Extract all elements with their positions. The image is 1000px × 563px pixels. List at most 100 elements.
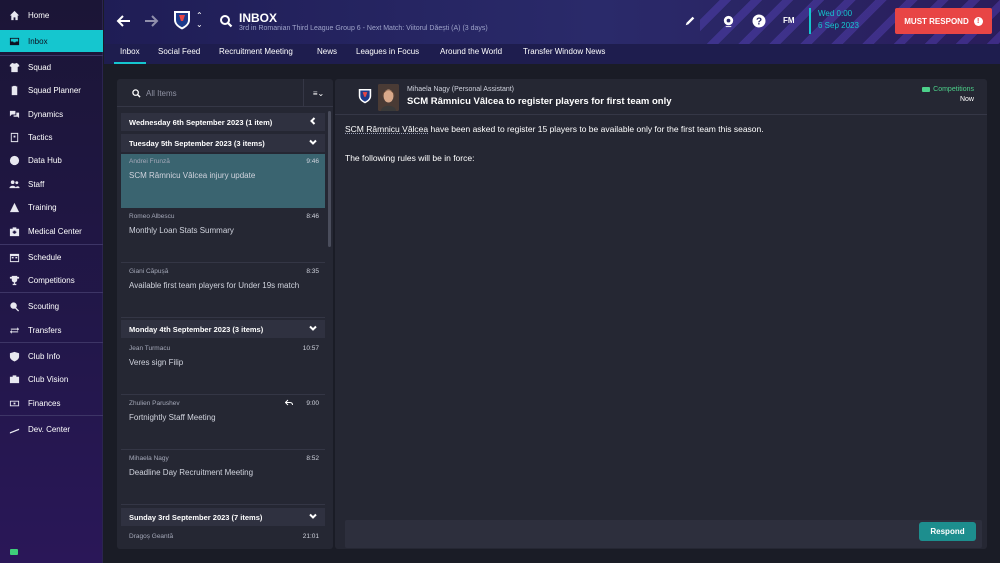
- sidebar-item-label: Club Info: [28, 351, 61, 361]
- sidebar-item-data-hub[interactable]: Data Hub: [0, 149, 103, 171]
- sidebar-divider: [0, 342, 103, 343]
- message-sender: Andrei Frunză: [129, 158, 170, 165]
- tab-bar: Inbox Social Feed Recruitment Meeting Ne…: [104, 44, 1000, 64]
- avatar[interactable]: [378, 84, 399, 111]
- club-crest-icon[interactable]: [173, 10, 191, 30]
- tab-news[interactable]: News: [317, 47, 337, 56]
- inbox-group-header[interactable]: Sunday 3rd September 2023 (7 items): [121, 508, 325, 526]
- respond-button[interactable]: Respond: [919, 522, 976, 541]
- search-icon[interactable]: [219, 14, 233, 28]
- club-link[interactable]: SCM Râmnicu Vâlcea: [345, 124, 428, 134]
- message-subject: Monthly Loan Stats Summary: [129, 226, 234, 235]
- sidebar-item-tactics[interactable]: Tactics: [0, 126, 103, 148]
- trophy-icon: [8, 274, 20, 286]
- chevron-down-icon[interactable]: ⌄: [196, 20, 204, 29]
- page-title: INBOX: [239, 11, 278, 25]
- current-date: 6 Sep 2023: [818, 21, 859, 30]
- search-input[interactable]: All Items: [146, 89, 177, 98]
- message-subject: Deadline Day Recruitment Meeting: [129, 468, 254, 477]
- inbox-group-header[interactable]: Wednesday 6th September 2023 (1 item): [121, 113, 325, 131]
- sidebar-item-schedule[interactable]: Schedule: [0, 246, 103, 268]
- edit-icon[interactable]: [683, 14, 697, 28]
- sidebar-item-dynamics[interactable]: Dynamics: [0, 103, 103, 125]
- chevron-down-icon: [309, 138, 317, 146]
- message-sender: Dragoș Geantă: [129, 533, 174, 540]
- page-subtitle[interactable]: 3rd in Romanian Third League Group 6 - N…: [239, 25, 488, 32]
- group-label: Wednesday 6th September 2023 (1 item): [129, 117, 273, 127]
- sidebar-item-medical-center[interactable]: Medical Center: [0, 220, 103, 242]
- dynamics-icon: [8, 108, 20, 120]
- inbox-list: All Items ≡⌄ Wednesday 6th September 202…: [117, 79, 333, 549]
- club-switch-arrows[interactable]: ⌃ ⌄: [196, 11, 204, 31]
- sidebar-item-club-vision[interactable]: Club Vision: [0, 368, 103, 390]
- filter-menu-button[interactable]: ≡⌄: [303, 79, 333, 107]
- inbox-message-item[interactable]: Andrei Frunză 9:46 SCM Râmnicu Vâlcea in…: [121, 154, 325, 208]
- sidebar-item-squad[interactable]: Squad: [0, 56, 103, 78]
- inbox-message-item[interactable]: Romeo Albescu 8:46 Monthly Loan Stats Su…: [121, 209, 325, 263]
- tab-inbox[interactable]: Inbox: [114, 47, 146, 64]
- sidebar-item-label: Data Hub: [28, 155, 62, 165]
- sidebar-item-inbox[interactable]: Inbox: [0, 30, 103, 52]
- tab-social-feed[interactable]: Social Feed: [158, 47, 200, 56]
- body-text: have been asked to register 15 players t…: [428, 124, 764, 134]
- help-icon[interactable]: ?: [752, 14, 766, 28]
- back-button[interactable]: [115, 12, 133, 30]
- tab-around-the-world[interactable]: Around the World: [440, 47, 502, 56]
- training-icon: [8, 201, 20, 213]
- sidebar-item-scouting[interactable]: Scouting: [0, 295, 103, 317]
- sidebar-item-squad-planner[interactable]: Squad Planner: [0, 79, 103, 101]
- assistant-icon[interactable]: [721, 14, 735, 28]
- forward-button[interactable]: [142, 12, 160, 30]
- inbox-message-item[interactable]: Giani Căpușă 8:35 Available first team p…: [121, 264, 325, 318]
- list-scrollbar[interactable]: [328, 111, 331, 247]
- message-header: Mihaela Nagy (Personal Assistant) SCM Râ…: [335, 79, 987, 115]
- inbox-group-header[interactable]: Monday 4th September 2023 (3 items): [121, 320, 325, 338]
- sidebar-item-finances[interactable]: Finances: [0, 392, 103, 414]
- sidebar-item-label: Squad Planner: [28, 85, 81, 95]
- group-label: Monday 4th September 2023 (3 items): [129, 324, 264, 334]
- arrow-right-icon: [145, 15, 159, 27]
- message-subject: Fortnightly Staff Meeting: [129, 413, 216, 422]
- sidebar-item-label: Scouting: [28, 301, 60, 311]
- sender-name[interactable]: Mihaela Nagy: [407, 86, 450, 93]
- finances-icon: [8, 397, 20, 409]
- sidebar-item-label: Staff: [28, 179, 45, 189]
- sidebar-item-competitions[interactable]: Competitions: [0, 269, 103, 291]
- chevron-up-icon[interactable]: ⌃: [196, 11, 204, 20]
- sidebar-item-club-info[interactable]: Club Info: [0, 345, 103, 367]
- category-label: Competitions: [933, 86, 974, 93]
- inbox-message-item[interactable]: Mihaela Nagy 8:52 Deadline Day Recruitme…: [121, 451, 325, 505]
- message-time: 8:52: [306, 455, 319, 462]
- sidebar-item-label: Inbox: [28, 36, 48, 46]
- sidebar-item-home[interactable]: Home: [0, 4, 103, 26]
- message-category[interactable]: Competitions: [922, 86, 974, 93]
- inbox-group-header[interactable]: Tuesday 5th September 2023 (3 items): [121, 134, 325, 152]
- sidebar-item-training[interactable]: Training: [0, 196, 103, 218]
- sidebar-item-label: Dynamics: [28, 109, 64, 119]
- sender-role: (Personal Assistant): [451, 86, 515, 93]
- must-respond-button[interactable]: MUST RESPOND !: [895, 8, 992, 34]
- tag-icon: [922, 87, 931, 92]
- message-sender: Jean Turmacu: [129, 345, 171, 352]
- sidebar-item-transfers[interactable]: Transfers: [0, 319, 103, 341]
- tab-leagues-in-focus[interactable]: Leagues in Focus: [356, 47, 419, 56]
- message-footer: Respond: [345, 520, 982, 548]
- tab-transfer-window-news[interactable]: Transfer Window News: [523, 47, 605, 56]
- vision-icon: [8, 373, 20, 385]
- sidebar-item-label: Competitions: [28, 275, 75, 285]
- sidebar-item-dev-center[interactable]: Dev. Center: [0, 418, 103, 440]
- continue-date[interactable]: Wed 0:00 6 Sep 2023: [809, 8, 859, 34]
- tab-recruitment-meeting[interactable]: Recruitment Meeting: [219, 47, 293, 56]
- sidebar-item-staff[interactable]: Staff: [0, 173, 103, 195]
- shield-icon: [8, 350, 20, 362]
- inbox-message-item[interactable]: Zhulien Parushev 9:00 Fortnightly Staff …: [121, 396, 325, 450]
- fm-menu-button[interactable]: FM: [783, 16, 795, 25]
- sidebar-item-label: Dev. Center: [28, 424, 71, 434]
- inbox-message-item[interactable]: Jean Turmacu 10:57 Veres sign Filip: [121, 341, 325, 395]
- message-from[interactable]: Mihaela Nagy (Personal Assistant): [407, 86, 514, 93]
- tactics-icon: [8, 131, 20, 143]
- inbox-message-item[interactable]: Dragoș Geantă 21:01: [121, 529, 325, 549]
- group-label: Tuesday 5th September 2023 (3 items): [129, 138, 265, 148]
- clipboard-icon: [8, 84, 20, 96]
- message-sender: Giani Căpușă: [129, 268, 169, 275]
